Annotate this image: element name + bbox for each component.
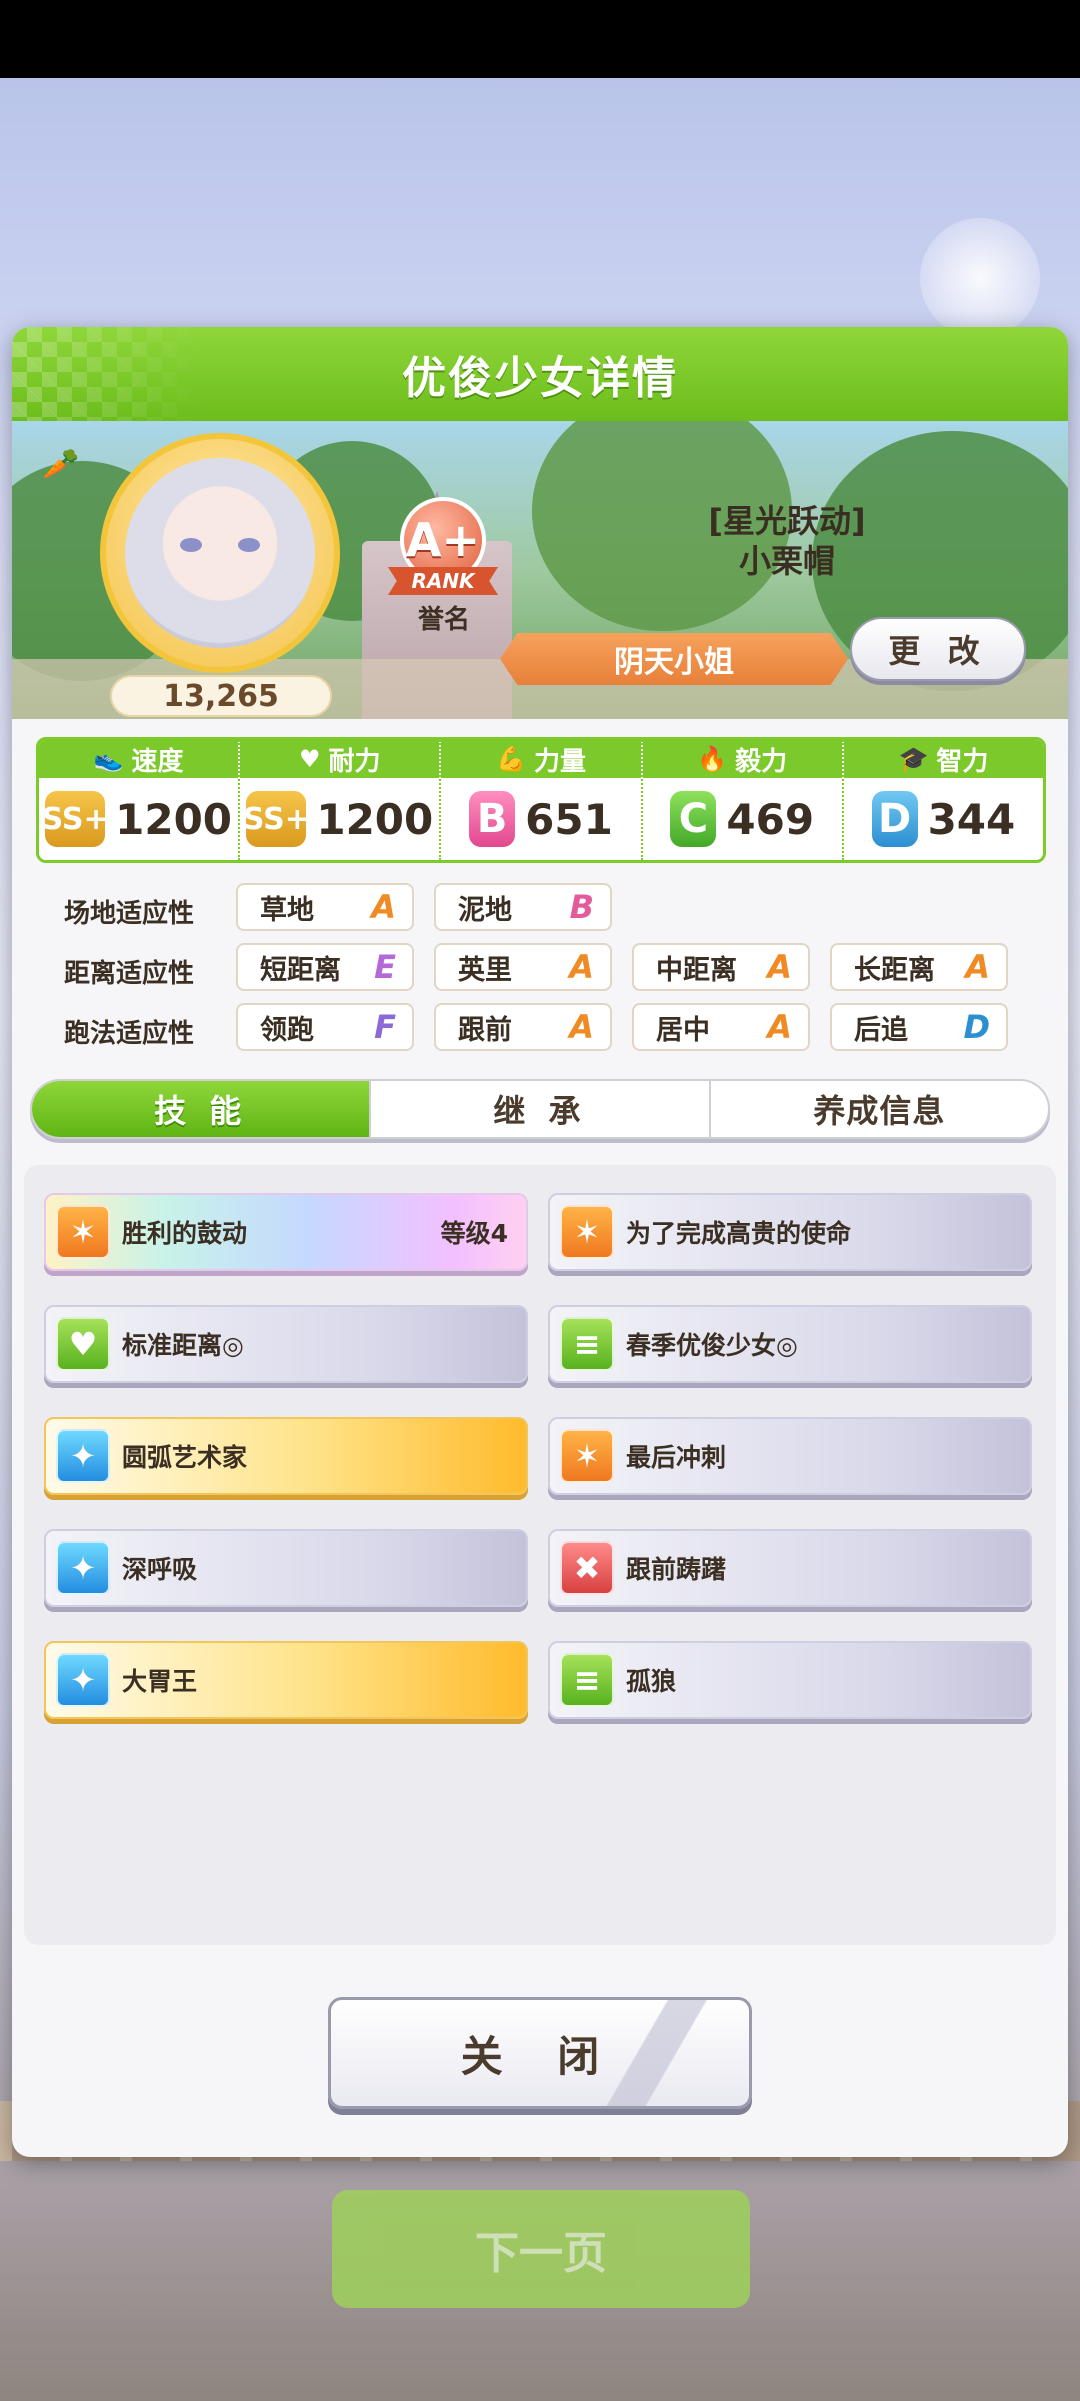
apt-cell: 后追 D [830, 1003, 1008, 1051]
skill-name: 最后冲刺 [626, 1443, 727, 1472]
shoe-icon: 👟 [93, 745, 124, 773]
character-epithet: [星光跃动] 小栗帽 [662, 501, 912, 581]
apt-cell: 跟前 A [434, 1003, 612, 1051]
skill-name: 圆弧艺术家 [122, 1443, 248, 1472]
stat-label: 力量 [533, 746, 586, 777]
apt-cell: 泥地 B [434, 883, 612, 931]
tab-training-info[interactable]: 养成信息 [711, 1081, 1048, 1137]
apt-label: 距离适应性 [64, 959, 195, 989]
speed-up-icon: ✶ [56, 1205, 110, 1259]
tab-inheritance[interactable]: 继 承 [371, 1081, 711, 1137]
skill-name: 标准距离◎ [122, 1331, 244, 1360]
apt-cell: 长距离 A [830, 943, 1008, 991]
stat-label: 耐力 [328, 746, 381, 777]
rank-ribbon: RANK [388, 567, 498, 595]
stat-value: 344 [927, 794, 1016, 844]
skill-item[interactable]: ✶ 为了完成高贵的使命 [548, 1193, 1032, 1271]
stat-guts: 🔥 毅力 C 469 [642, 740, 844, 860]
apt-cell: 居中 A [632, 1003, 810, 1051]
background-glow [920, 218, 1040, 338]
stat-label: 毅力 [735, 746, 788, 777]
apt-cell: 英里 A [434, 943, 612, 991]
skill-name: 深呼吸 [122, 1555, 198, 1584]
character-title: 阴天小姐 [500, 633, 848, 685]
skill-item[interactable]: ✦ 圆弧艺术家 [44, 1417, 528, 1495]
stat-value: 1200 [316, 794, 434, 844]
stat-grade: SS+ [243, 791, 310, 847]
skill-name: 跟前踌躇 [626, 1555, 727, 1584]
profile-banner: 🥕 13,265 A+ RANK 誉名 [星光跃动] 小栗帽 阴天小姐 更 改 [12, 421, 1068, 719]
track-aptitude-row: 场地适应性 草地 A 泥地 B [12, 883, 1068, 933]
speed-up-icon: ✶ [560, 1205, 614, 1259]
skill-item[interactable]: ≡ 孤狼 [548, 1641, 1032, 1719]
dialog-header: 优俊少女详情 [12, 327, 1068, 421]
stat-label: 智力 [936, 746, 989, 777]
dialog-title: 优俊少女详情 [402, 353, 678, 404]
style-aptitude-row: 跑法适应性 领跑 F 跟前 A 居中 A 后追 D [12, 1003, 1068, 1053]
skill-name: 春季优俊少女◎ [626, 1331, 798, 1360]
epithet-text: [星光跃动] [708, 502, 866, 540]
detail-tabs: 技 能 继 承 养成信息 [30, 1079, 1050, 1139]
skill-level: 等级4 [440, 1219, 508, 1248]
change-title-button[interactable]: 更 改 [850, 617, 1026, 681]
card-icon: ≡ [560, 1653, 614, 1707]
stat-value: 651 [525, 794, 613, 844]
skill-item[interactable]: ✖ 跟前踌躇 [548, 1529, 1032, 1607]
heart-icon: ♥ [299, 745, 321, 773]
close-button[interactable]: 关 闭 [328, 1997, 752, 2109]
apt-cell: 中距离 A [632, 943, 810, 991]
apt-label: 场地适应性 [64, 899, 195, 929]
skill-item[interactable]: ✦ 大胃王 [44, 1641, 528, 1719]
stat-power: 💪 力量 B 651 [441, 740, 643, 860]
skill-name: 为了完成高贵的使命 [626, 1219, 852, 1248]
rank-badge: A+ RANK [388, 497, 498, 597]
distance-aptitude-row: 距离适应性 短距离 E 英里 A 中距离 A 长距离 A [12, 943, 1068, 993]
skill-name: 胜利的鼓动 [122, 1219, 248, 1248]
sparkle-icon: ✦ [56, 1653, 110, 1707]
character-name: 小栗帽 [738, 542, 835, 580]
stat-stamina: ♥ 耐力 SS+ 1200 [240, 740, 442, 860]
heart-icon: ♥ [56, 1317, 110, 1371]
stat-speed: 👟 速度 SS+ 1200 [39, 740, 241, 860]
apt-label: 跑法适应性 [64, 1019, 195, 1049]
flame-icon: 🔥 [697, 745, 728, 773]
stat-grade: D [871, 791, 918, 847]
tab-skills[interactable]: 技 能 [32, 1081, 372, 1137]
card-icon: ≡ [560, 1317, 614, 1371]
character-portrait[interactable] [100, 433, 340, 673]
skill-item[interactable]: ≡ 春季优俊少女◎ [548, 1305, 1032, 1383]
stat-grade: B [469, 791, 516, 847]
skill-item[interactable]: ✦ 深呼吸 [44, 1529, 528, 1607]
stat-value: 469 [726, 794, 815, 844]
stats-table: 👟 速度 SS+ 1200 ♥ 耐力 SS+ 1200 💪 力量 B 651 🔥 毅力 C 46… [36, 737, 1046, 863]
fan-count: 13,265 [110, 675, 332, 717]
skill-item[interactable]: ✶ 最后冲刺 [548, 1417, 1032, 1495]
sparkle-icon: ✦ [56, 1429, 110, 1483]
carrot-icon: 🥕 [42, 447, 80, 482]
stat-value: 1200 [115, 794, 233, 844]
stat-grade: C [670, 791, 717, 847]
apt-cell: 短距离 E [236, 943, 414, 991]
skill-item[interactable]: ♥ 标准距离◎ [44, 1305, 528, 1383]
debuff-icon: ✖ [560, 1541, 614, 1595]
skill-name: 孤狼 [626, 1667, 677, 1696]
graduation-cap-icon: 🎓 [898, 745, 929, 773]
stat-label: 速度 [131, 746, 184, 777]
apt-cell: 草地 A [236, 883, 414, 931]
skill-name: 大胃王 [122, 1667, 198, 1696]
umamusume-detail-dialog: 优俊少女详情 🥕 13,265 A+ RANK 誉名 [星光跃动] 小栗帽 阴天… [12, 327, 1068, 2157]
apt-cell: 领跑 F [236, 1003, 414, 1051]
muscle-icon: 💪 [496, 745, 526, 773]
close-button-label: 关 闭 [460, 2031, 620, 2081]
sparkle-icon: ✦ [56, 1541, 110, 1595]
stat-wisdom: 🎓 智力 D 344 [843, 740, 1043, 860]
skill-item[interactable]: ✶ 胜利的鼓动 等级4 [44, 1193, 528, 1271]
header-pattern [12, 327, 202, 421]
character-face [125, 458, 315, 648]
rank-label: 誉名 [418, 605, 471, 635]
speed-up-icon: ✶ [560, 1429, 614, 1483]
next-page-button: 下一页 [332, 2190, 750, 2308]
stat-grade: SS+ [42, 791, 109, 847]
